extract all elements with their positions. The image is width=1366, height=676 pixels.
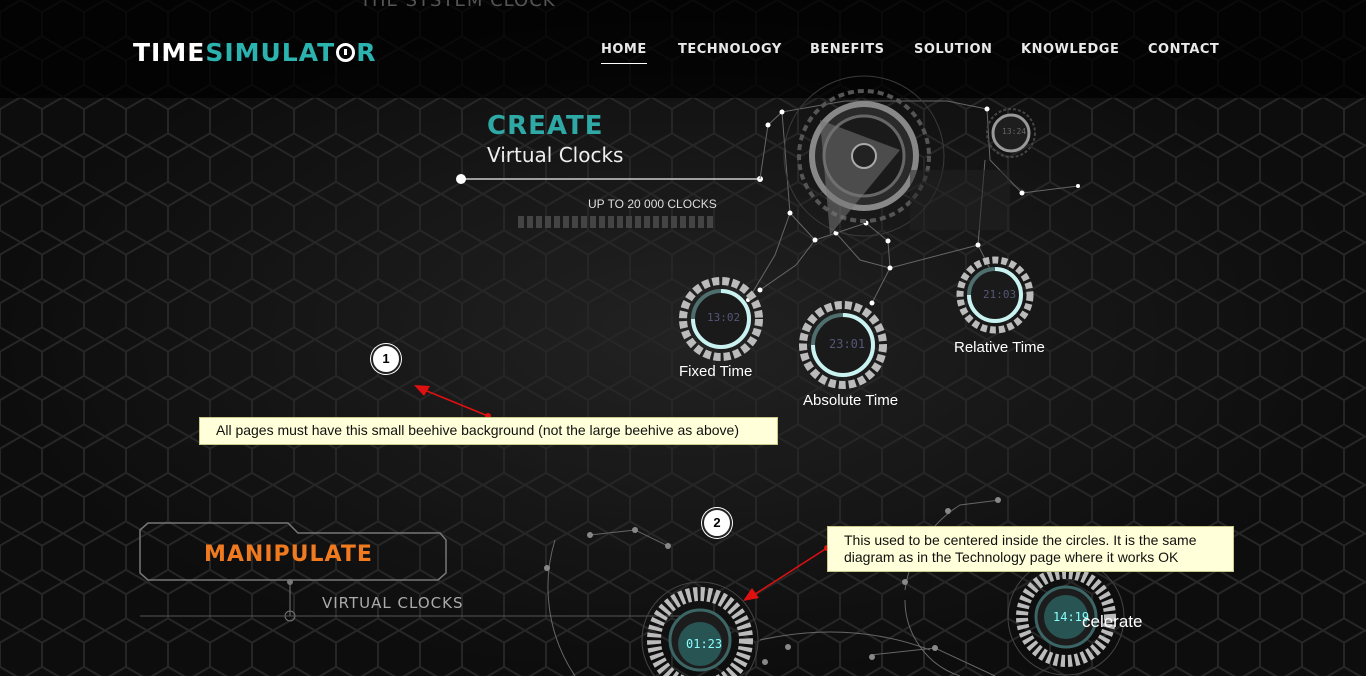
manipulate-dial-left [641,581,759,676]
relative-clock-readout: 21:03 [983,288,1017,301]
big-gear-icon [783,75,1010,237]
relative-time-label: Relative Time [954,339,1045,356]
accelerate-label: celerate [1082,612,1143,631]
hero-diagram [139,75,1125,676]
top-clock-readout: 13:24 [1002,127,1027,136]
absolute-clock-readout: 23:01 [829,337,866,351]
manipulate-title: MANIPULATE [204,542,373,567]
clock-capacity: UP TO 20 000 CLOCKS [588,197,717,211]
annotation-number-2: 2 [702,508,732,538]
left-dial-readout: 01:23 [686,637,723,651]
annotation-arrow-1 [414,385,491,419]
manipulate-subtitle: VIRTUAL CLOCKS [322,594,464,612]
fixed-time-label: Fixed Time [679,363,753,380]
annotation-note-1: All pages must have this small beehive b… [199,417,778,445]
annotation-note-2: This used to be centered inside the circ… [827,526,1234,572]
hero-title: CREATE [487,111,604,141]
hero-subtitle: Virtual Clocks [487,143,624,167]
fixed-clock-readout: 13:02 [707,311,741,324]
annotation-arrow-2 [743,545,830,601]
annotation-number-1: 1 [371,344,401,374]
absolute-time-label: Absolute Time [803,392,899,409]
